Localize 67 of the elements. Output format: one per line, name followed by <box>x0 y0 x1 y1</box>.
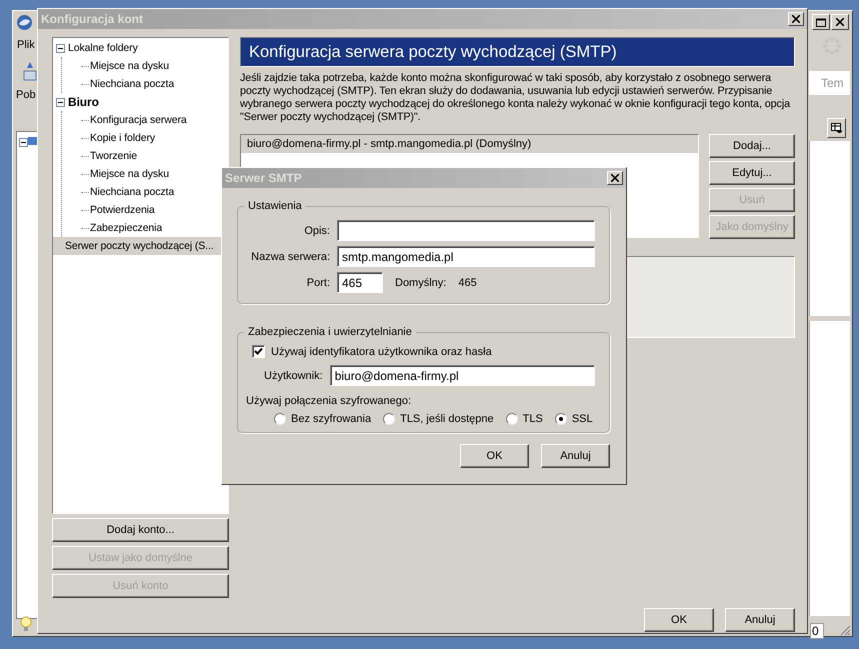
app-icon <box>16 14 33 31</box>
close-button[interactable] <box>788 12 804 26</box>
close-button[interactable] <box>607 171 623 185</box>
tree-item[interactable]: Lokalne foldery <box>68 42 138 54</box>
field-label: Port: <box>306 276 330 288</box>
toolbar-label[interactable]: Pob <box>16 89 36 101</box>
field-label: Opis: <box>303 224 330 236</box>
encryption-label: Używaj połączenia szyfrowanego: <box>246 395 412 407</box>
maximize-button[interactable] <box>812 14 830 30</box>
radio-button[interactable] <box>554 413 567 425</box>
port-field[interactable]: 465 <box>337 272 383 293</box>
collapse-icon[interactable] <box>56 44 65 52</box>
tree-item[interactable]: Niechciana poczta <box>90 78 174 90</box>
default-port-value: 465 <box>458 276 477 288</box>
status-text: 0 <box>810 623 824 639</box>
panel-description: Jeśli zajdzie taka potrzeba, każde konto można skonfigurować w taki sposób, aby korzystało z osobnego serwera poczty wychodzącej (SMTP). Ten ekran służy do dodawania, usuwania lub edycji ustawień serwerów. Przypisanie wybranego serwera poczty wychodzącej do określonego konta należy wykonać w oknie konfiguracji tego konta, opcja "Serwer poczty wychodzącej (SMTP)". <box>240 72 792 124</box>
collapse-icon[interactable] <box>56 98 65 106</box>
group-legend: Ustawienia <box>244 200 306 212</box>
collapse-icon[interactable] <box>19 138 28 147</box>
auth-checkbox[interactable] <box>252 345 265 358</box>
close-icon <box>836 18 844 26</box>
radio-button[interactable] <box>274 413 286 425</box>
radio-button[interactable] <box>506 413 518 425</box>
dialog-button[interactable]: Anuluj <box>725 608 795 632</box>
maximize-icon <box>816 18 826 26</box>
tree-item[interactable]: Miejsce na dysku <box>90 60 169 72</box>
dialog-title: Konfiguracja kont <box>41 12 144 26</box>
server-button[interactable]: Edytuj... <box>709 161 795 185</box>
checkbox-label[interactable]: Używaj identyfikatora użytkownika oraz hasła <box>271 346 492 358</box>
column-picker-icon <box>831 123 842 133</box>
tree-item[interactable]: Miejsce na dysku <box>90 168 169 180</box>
radio-label[interactable]: TLS, jeśli dostępne <box>400 413 494 425</box>
close-button[interactable] <box>831 14 849 30</box>
column-picker-button[interactable] <box>827 118 846 138</box>
dialog-title: Serwer SMTP <box>225 171 302 185</box>
dialog-button[interactable]: OK <box>460 444 529 468</box>
computer-icon <box>28 136 37 148</box>
radio-label[interactable]: SSL <box>572 413 593 425</box>
account-button[interactable]: Dodaj konto... <box>52 518 229 542</box>
server-item[interactable]: biuro@domena-firmy.pl - smtp.mangomedia.pl (Domyślny) <box>241 135 698 153</box>
close-icon <box>611 174 619 182</box>
radio-label[interactable]: Bez szyfrowania <box>291 413 372 425</box>
tree-item[interactable]: Biuro <box>68 95 99 109</box>
username-field[interactable]: biuro@domena-firmy.pl <box>330 365 595 386</box>
lightbulb-icon <box>19 616 33 632</box>
tree-item[interactable]: Niechciana poczta <box>90 186 174 198</box>
group-legend: Zabezpieczenia i uwierzytelnianie <box>244 326 416 338</box>
dialog-button[interactable]: Anuluj <box>541 444 610 468</box>
dialog-button[interactable]: OK <box>644 608 714 632</box>
tree-item[interactable]: Konfiguracja serwera <box>90 114 187 126</box>
resize-grip-icon[interactable] <box>839 624 851 636</box>
tree-item[interactable]: Kopie i foldery <box>90 132 156 144</box>
close-icon <box>792 15 800 23</box>
panel-header: Konfiguracja serwera poczty wychodzącej (SMTP) <box>240 37 795 67</box>
tree-item[interactable]: Potwierdzenia <box>90 204 155 216</box>
tree-item[interactable]: Tworzenie <box>90 150 137 162</box>
radio-button[interactable] <box>383 413 396 425</box>
description-field[interactable] <box>337 220 595 241</box>
tree-item[interactable]: Zabezpieczenia <box>90 222 162 234</box>
menu-item[interactable]: Plik <box>17 39 35 51</box>
server-field[interactable]: smtp.mangomedia.pl <box>337 246 595 267</box>
download-icon <box>22 61 38 83</box>
server-button[interactable]: Dodaj... <box>709 134 795 158</box>
default-port-label: Domyślny: <box>395 276 446 288</box>
field-label: Nazwa serwera: <box>250 250 330 262</box>
radio-label[interactable]: TLS <box>522 413 543 425</box>
field-label: Użytkownik: <box>264 370 323 382</box>
